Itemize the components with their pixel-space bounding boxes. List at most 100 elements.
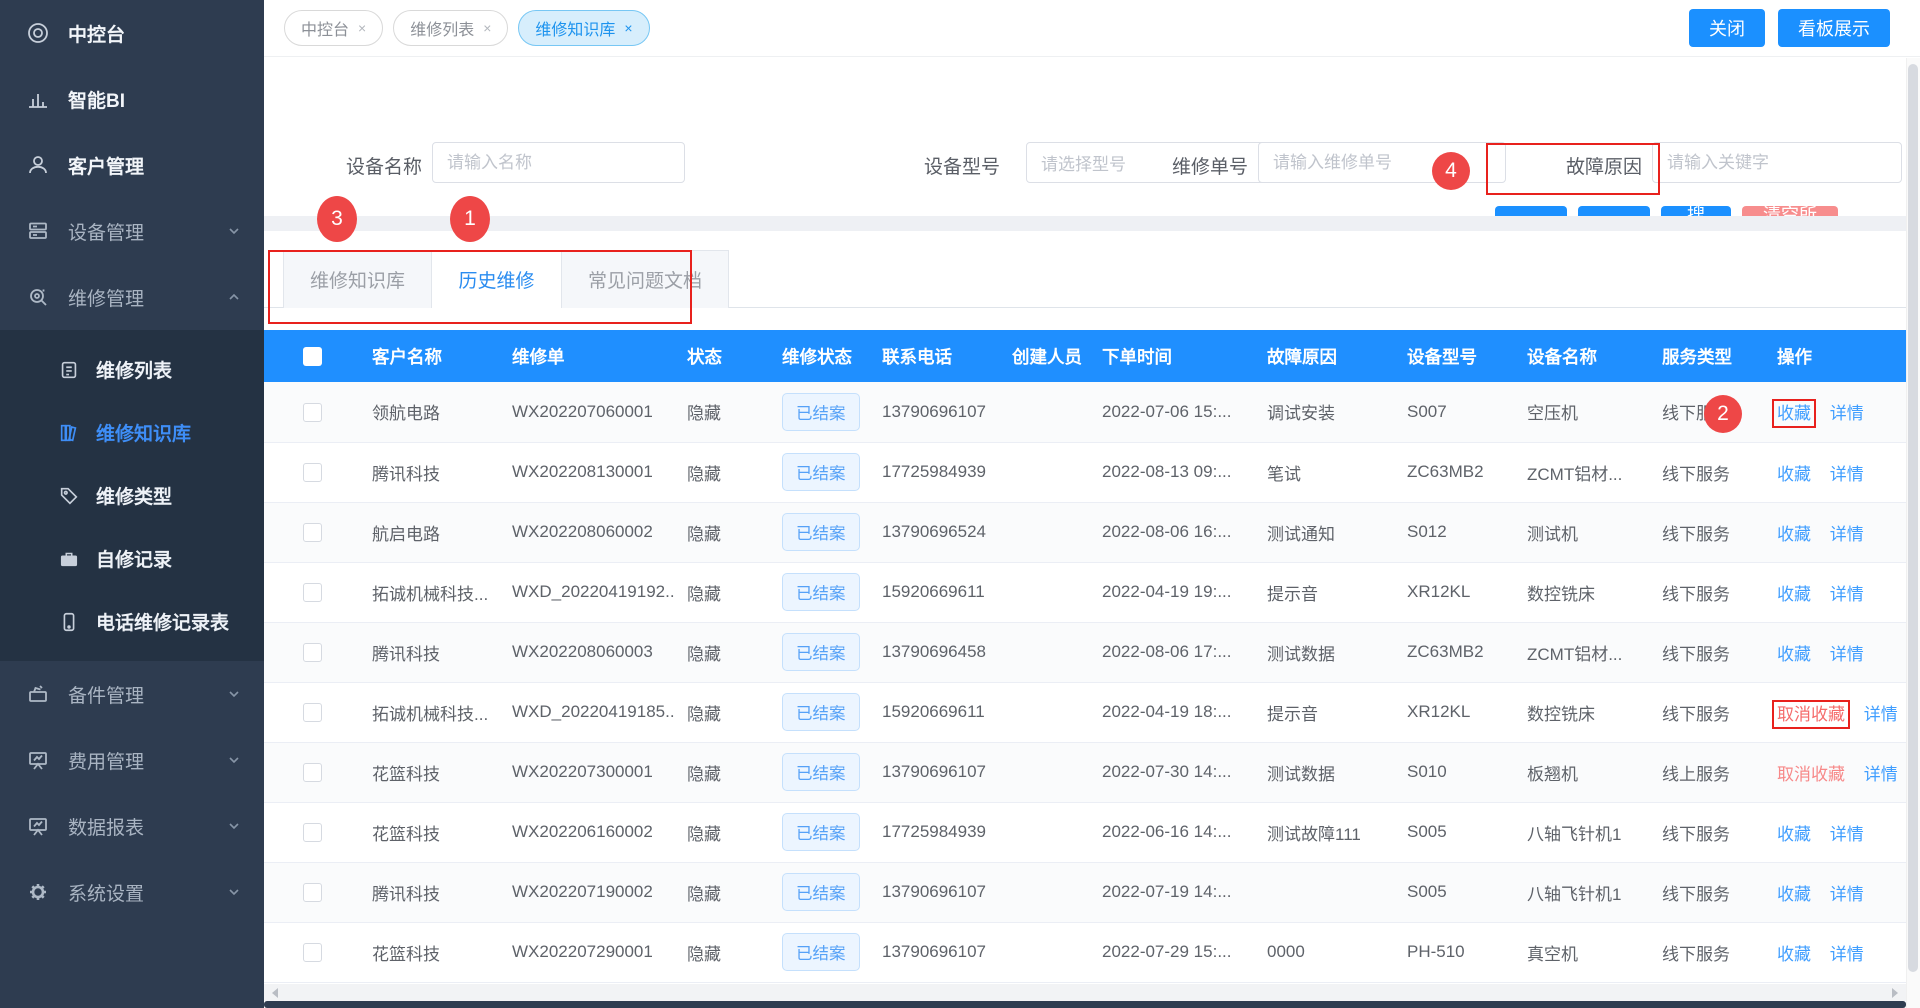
- device-model-cell: S007: [1395, 382, 1515, 442]
- sidebar-item-knowledge-base[interactable]: 维修知识库: [0, 401, 264, 464]
- repair-order-cell: WX202208060003: [500, 622, 675, 682]
- phone-cell: 13790696107: [870, 742, 1000, 802]
- column-header: 联系电话: [870, 330, 1000, 382]
- repair-order-cell: WX202207190002: [500, 862, 675, 922]
- device-name-cell: 八轴飞针机1: [1515, 862, 1650, 922]
- fault-reason-cell: 调试安装: [1255, 382, 1395, 442]
- sidebar-item-devices[interactable]: 设备管理: [0, 198, 264, 264]
- actions-cell: 收藏 详情: [1765, 922, 1906, 982]
- creator-cell: [1000, 442, 1090, 502]
- column-header: 设备名称: [1515, 330, 1650, 382]
- detail-link[interactable]: 详情: [1830, 825, 1864, 844]
- sidebar-item-repair-types[interactable]: 维修类型: [0, 464, 264, 527]
- close-button[interactable]: 关闭: [1689, 9, 1765, 47]
- favorite-link[interactable]: 收藏: [1777, 585, 1811, 604]
- row-checkbox[interactable]: [303, 883, 322, 902]
- customer-name-cell: 腾讯科技: [360, 862, 500, 922]
- sidebar-item-self-repair-records[interactable]: 自修记录: [0, 527, 264, 590]
- favorite-link[interactable]: 收藏: [1777, 645, 1811, 664]
- favorite-link[interactable]: 收藏: [1777, 525, 1811, 544]
- row-checkbox-cell: [264, 682, 360, 742]
- row-checkbox[interactable]: [303, 403, 322, 422]
- row-checkbox[interactable]: [303, 463, 322, 482]
- close-tab-icon[interactable]: ×: [483, 20, 491, 36]
- repair-status-badge: 已结案: [782, 513, 860, 551]
- phone-cell: 13790696458: [870, 622, 1000, 682]
- content-tab[interactable]: 常见问题文档: [562, 250, 729, 308]
- row-checkbox[interactable]: [303, 643, 322, 662]
- row-checkbox[interactable]: [303, 763, 322, 782]
- device-name-input[interactable]: [432, 142, 685, 183]
- board-display-button[interactable]: 看板展示: [1778, 9, 1890, 47]
- column-header: 服务类型: [1650, 330, 1765, 382]
- filter-card: 设备名称 设备型号 请选择型号 维修单号 故障原因 公开 隐藏 搜索 清空所有 …: [264, 58, 1920, 216]
- horizontal-scrollbar-thumb[interactable]: [264, 1001, 1906, 1008]
- detail-link[interactable]: 详情: [1830, 885, 1864, 904]
- repair-status-badge: 已结案: [782, 873, 860, 911]
- sidebar: 中控台 智能BI 客户管理 设备管理 维修管理: [0, 0, 264, 1008]
- row-checkbox[interactable]: [303, 523, 322, 542]
- row-checkbox-cell: [264, 922, 360, 982]
- scroll-right-arrow-icon[interactable]: [1892, 988, 1898, 998]
- bar-chart-icon: [26, 87, 50, 111]
- detail-link[interactable]: 详情: [1830, 945, 1864, 964]
- vertical-scrollbar-thumb[interactable]: [1908, 64, 1918, 972]
- row-checkbox[interactable]: [303, 823, 322, 842]
- creator-cell: [1000, 622, 1090, 682]
- sidebar-item-phone-repair-records[interactable]: 电话维修记录表: [0, 590, 264, 653]
- table-row: 拓诚机械科技... WXD_20220419185... 隐藏 已结案 1592…: [264, 682, 1906, 742]
- favorite-link[interactable]: 取消收藏: [1777, 765, 1845, 784]
- favorite-link[interactable]: 收藏: [1777, 945, 1811, 964]
- table-row: 腾讯科技 WX202208060003 隐藏 已结案 13790696458 2…: [264, 622, 1906, 682]
- favorite-link[interactable]: 收藏: [1777, 465, 1811, 484]
- breadcrumb-tab[interactable]: 中控台 ×: [284, 10, 383, 46]
- row-checkbox-cell: [264, 742, 360, 802]
- favorite-link[interactable]: 收藏: [1777, 404, 1811, 423]
- chevron-down-icon: [226, 818, 242, 834]
- row-checkbox[interactable]: [303, 583, 322, 602]
- detail-link[interactable]: 详情: [1864, 765, 1898, 784]
- sidebar-item-expenses[interactable]: 费用管理: [0, 727, 264, 793]
- content-tab[interactable]: 维修知识库: [283, 250, 432, 308]
- detail-link[interactable]: 详情: [1830, 465, 1864, 484]
- sidebar-item-reports[interactable]: 数据报表: [0, 793, 264, 859]
- sidebar-item-bi[interactable]: 智能BI: [0, 66, 264, 132]
- favorite-link[interactable]: 收藏: [1777, 885, 1811, 904]
- repair-order-cell: WX202207290001: [500, 922, 675, 982]
- row-checkbox[interactable]: [303, 703, 322, 722]
- detail-link[interactable]: 详情: [1830, 525, 1864, 544]
- close-tab-icon[interactable]: ×: [358, 20, 366, 36]
- select-all-checkbox[interactable]: [303, 347, 322, 366]
- phone-cell: 13790696107: [870, 382, 1000, 442]
- detail-link[interactable]: 详情: [1830, 585, 1864, 604]
- fault-reason-input[interactable]: [1652, 142, 1902, 183]
- board-icon: [26, 748, 50, 772]
- chevron-down-icon: [226, 223, 242, 239]
- breadcrumb-tab[interactable]: 维修列表 ×: [393, 10, 508, 46]
- fault-reason-cell: 测试故障111: [1255, 802, 1395, 862]
- content-tab[interactable]: 历史维修: [432, 250, 562, 308]
- sidebar-item-spare-parts[interactable]: 备件管理: [0, 661, 264, 727]
- column-header: 下单时间: [1090, 330, 1255, 382]
- horizontal-scrollbar-track[interactable]: [264, 984, 1906, 1001]
- scroll-left-arrow-icon[interactable]: [272, 988, 278, 998]
- favorite-link[interactable]: 取消收藏: [1777, 705, 1845, 724]
- status-cell: 隐藏: [675, 742, 770, 802]
- sidebar-item-settings[interactable]: 系统设置: [0, 859, 264, 925]
- sidebar-item-customers[interactable]: 客户管理: [0, 132, 264, 198]
- breadcrumb-tab[interactable]: 维修知识库 ×: [518, 10, 649, 46]
- row-checkbox[interactable]: [303, 943, 322, 962]
- table-body: 领航电路 WX202207060001 隐藏 已结案 13790696107 2…: [264, 382, 1906, 982]
- sidebar-item-repair-list[interactable]: 维修列表: [0, 338, 264, 401]
- phone-cell: 13790696524: [870, 502, 1000, 562]
- sidebar-item-console[interactable]: 中控台: [0, 0, 264, 66]
- detail-link[interactable]: 详情: [1830, 645, 1864, 664]
- breadcrumb-tab-label: 维修知识库: [535, 16, 615, 40]
- close-tab-icon[interactable]: ×: [624, 20, 632, 36]
- sidebar-item-repair-mgmt[interactable]: 维修管理: [0, 264, 264, 330]
- creator-cell: [1000, 802, 1090, 862]
- table-row: 领航电路 WX202207060001 隐藏 已结案 13790696107 2…: [264, 382, 1906, 442]
- detail-link[interactable]: 详情: [1830, 404, 1864, 423]
- favorite-link[interactable]: 收藏: [1777, 825, 1811, 844]
- detail-link[interactable]: 详情: [1864, 705, 1898, 724]
